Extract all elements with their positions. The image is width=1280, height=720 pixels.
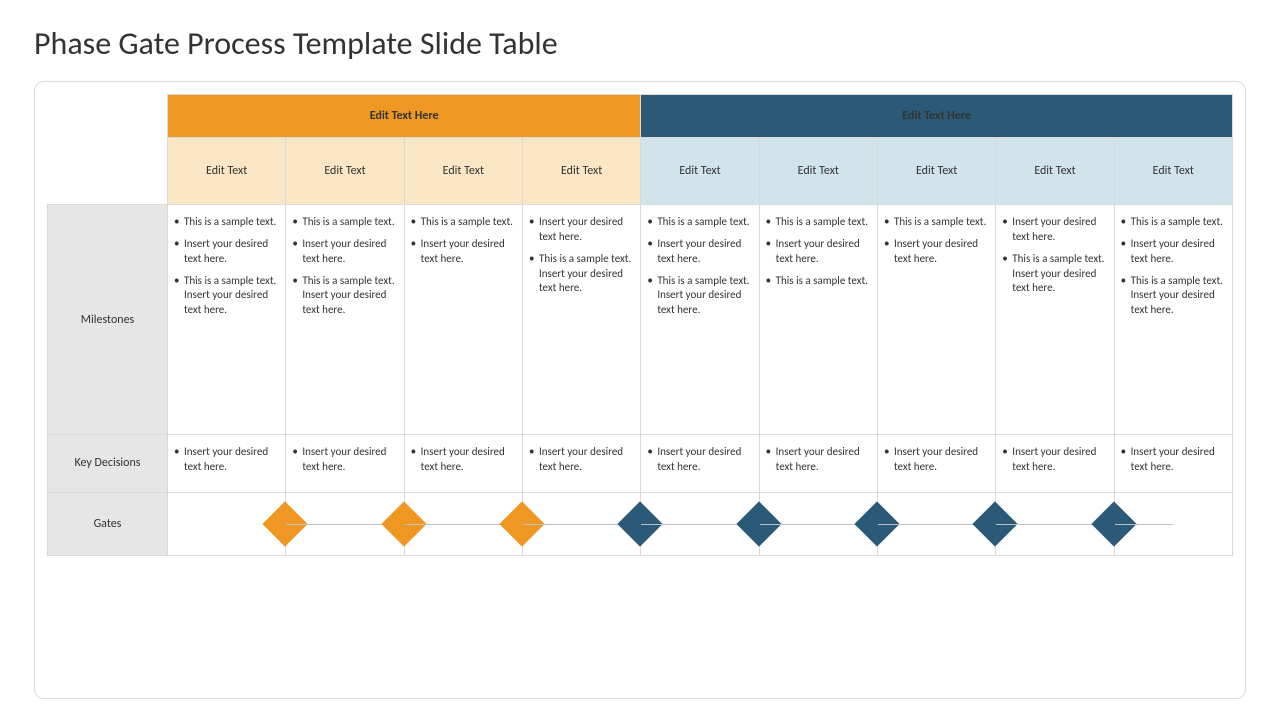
- gate-line: [1115, 524, 1174, 525]
- bullet-item: Insert your desired text here.: [409, 237, 514, 267]
- bullet-item: Insert your desired text here.: [1119, 445, 1224, 475]
- bullet-item: Insert your desired text here.: [764, 237, 869, 267]
- key-decision-cell[interactable]: Insert your desired text here.: [1114, 435, 1232, 493]
- milestone-cell[interactable]: This is a sample text. Insert your desire…: [404, 205, 522, 435]
- gate-cell: [641, 492, 759, 555]
- row-label-gates: Gates: [48, 492, 168, 555]
- milestones-row: Milestones This is a sample text. Insert …: [48, 205, 1233, 435]
- gate-cell: [877, 492, 995, 555]
- gate-cell: [404, 492, 522, 555]
- group-header-row: Edit Text Here Edit Text Here: [48, 95, 1233, 138]
- column-header-row: Edit Text Edit Text Edit Text Edit Text …: [48, 138, 1233, 205]
- key-decisions-row: Key Decisions Insert your desired text h…: [48, 435, 1233, 493]
- gate-cell: [1114, 492, 1232, 555]
- col-header-4[interactable]: Edit Text: [522, 138, 640, 205]
- bullet-item: Insert your desired text here.: [290, 445, 395, 475]
- bullet-item: Insert your desired text here.: [645, 445, 750, 475]
- phase-gate-table: Edit Text Here Edit Text Here Edit Text …: [47, 94, 1233, 556]
- milestone-cell[interactable]: This is a sample text. Insert your desire…: [1114, 205, 1232, 435]
- milestone-cell[interactable]: This is a sample text. Insert your desire…: [286, 205, 404, 435]
- milestone-cell[interactable]: Insert your desired text here. This is a …: [522, 205, 640, 435]
- bullet-item: Insert your desired text here.: [172, 445, 277, 475]
- key-decision-cell[interactable]: Insert your desired text here.: [877, 435, 995, 493]
- key-decision-cell[interactable]: Insert your desired text here.: [522, 435, 640, 493]
- bullet-item: Insert your desired text here.: [882, 445, 987, 475]
- bullet-item: Insert your desired text here.: [172, 237, 277, 267]
- col-header-7[interactable]: Edit Text: [877, 138, 995, 205]
- bullet-item: This is a sample text. Insert your desir…: [172, 274, 277, 319]
- bullet-item: Insert your desired text here.: [527, 215, 632, 245]
- bullet-item: This is a sample text.: [764, 215, 869, 230]
- bullet-item: This is a sample text.: [409, 215, 514, 230]
- bullet-item: Insert your desired text here.: [1000, 215, 1105, 245]
- col-header-3[interactable]: Edit Text: [404, 138, 522, 205]
- key-decision-cell[interactable]: Insert your desired text here.: [759, 435, 877, 493]
- key-decision-cell[interactable]: Insert your desired text here.: [168, 435, 286, 493]
- col-header-1[interactable]: Edit Text: [168, 138, 286, 205]
- bullet-item: This is a sample text.: [645, 215, 750, 230]
- bullet-item: This is a sample text. Insert your desir…: [645, 274, 750, 319]
- bullet-item: This is a sample text. Insert your desir…: [1119, 274, 1224, 319]
- bullet-item: Insert your desired text here.: [764, 445, 869, 475]
- group-header-right[interactable]: Edit Text Here: [641, 95, 1233, 138]
- bullet-item: This is a sample text.: [764, 274, 869, 289]
- slide-title: Phase Gate Process Template Slide Table: [34, 24, 1246, 63]
- col-header-6[interactable]: Edit Text: [759, 138, 877, 205]
- bullet-item: This is a sample text.: [290, 215, 395, 230]
- header-spacer: [48, 138, 168, 205]
- gate-cell: [759, 492, 877, 555]
- bullet-item: Insert your desired text here.: [409, 445, 514, 475]
- bullet-item: This is a sample text. Insert your desir…: [290, 274, 395, 319]
- row-label-key-decisions: Key Decisions: [48, 435, 168, 493]
- key-decision-cell[interactable]: Insert your desired text here.: [996, 435, 1114, 493]
- col-header-5[interactable]: Edit Text: [641, 138, 759, 205]
- key-decision-cell[interactable]: Insert your desired text here.: [641, 435, 759, 493]
- bullet-item: Insert your desired text here.: [290, 237, 395, 267]
- key-decision-cell[interactable]: Insert your desired text here.: [404, 435, 522, 493]
- gate-cell: [168, 492, 286, 555]
- bullet-item: This is a sample text.: [1119, 215, 1224, 230]
- col-header-2[interactable]: Edit Text: [286, 138, 404, 205]
- bullet-item: Insert your desired text here.: [645, 237, 750, 267]
- milestone-cell[interactable]: Insert your desired text here. This is a …: [996, 205, 1114, 435]
- gate-cell: [286, 492, 404, 555]
- bullet-item: Insert your desired text here.: [882, 237, 987, 267]
- bullet-item: This is a sample text.: [172, 215, 277, 230]
- milestone-cell[interactable]: This is a sample text. Insert your desire…: [641, 205, 759, 435]
- group-header-left[interactable]: Edit Text Here: [168, 95, 641, 138]
- bullet-item: Insert your desired text here.: [527, 445, 632, 475]
- col-header-8[interactable]: Edit Text: [996, 138, 1114, 205]
- milestone-cell[interactable]: This is a sample text. Insert your desire…: [759, 205, 877, 435]
- key-decision-cell[interactable]: Insert your desired text here.: [286, 435, 404, 493]
- gate-cell: [522, 492, 640, 555]
- milestone-cell[interactable]: This is a sample text. Insert your desire…: [168, 205, 286, 435]
- bullet-item: Insert your desired text here.: [1119, 237, 1224, 267]
- table-frame: Edit Text Here Edit Text Here Edit Text …: [34, 81, 1246, 699]
- bullet-item: This is a sample text. Insert your desir…: [1000, 252, 1105, 297]
- col-header-9[interactable]: Edit Text: [1114, 138, 1232, 205]
- bullet-item: This is a sample text.: [882, 215, 987, 230]
- milestone-cell[interactable]: This is a sample text. Insert your desire…: [877, 205, 995, 435]
- gate-cell: [996, 492, 1114, 555]
- gates-row: Gates: [48, 492, 1233, 555]
- bullet-item: This is a sample text. Insert your desir…: [527, 252, 632, 297]
- bullet-item: Insert your desired text here.: [1000, 445, 1105, 475]
- row-label-milestones: Milestones: [48, 205, 168, 435]
- header-spacer: [48, 95, 168, 138]
